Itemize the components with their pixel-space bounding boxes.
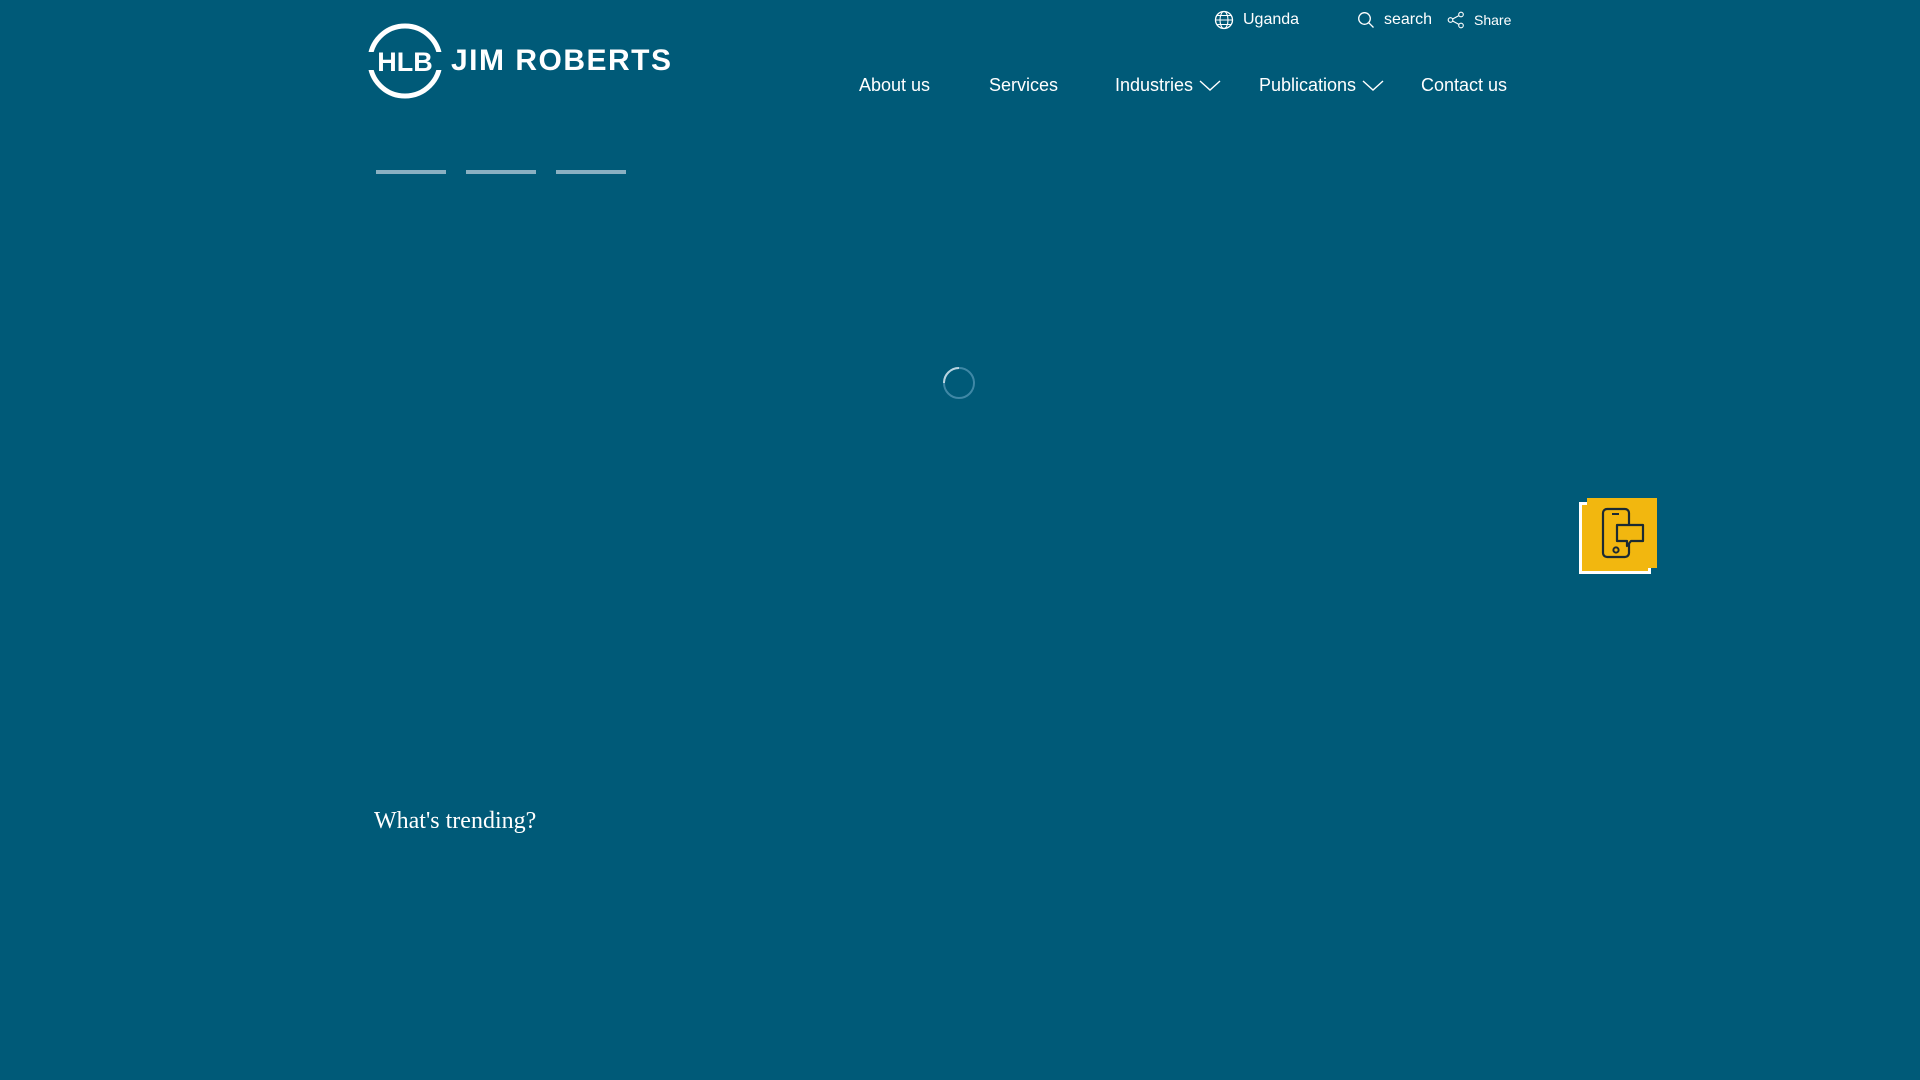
country-selector[interactable]: Uganda [1214,8,1299,32]
slider-indicator-2[interactable] [466,170,536,174]
nav-item-label: Services [989,74,1059,95]
page: HLB JIM ROBERTS Uganda search Share Abou… [0,0,1920,1080]
nav-item-label: About us [859,74,931,95]
logo-link[interactable]: HLB JIM ROBERTS [365,20,673,102]
globe-icon [1214,10,1234,30]
nav-item-label: Contact us [1421,74,1508,95]
search-label: search [1384,11,1433,28]
slider-indicators [376,170,626,174]
share-label: Share [1474,12,1512,28]
phone-chat-icon [1601,507,1645,559]
nav-item-services[interactable]: Services [989,70,1058,100]
search-button[interactable]: search [1357,8,1432,32]
nav-item-industries[interactable]: Industries [1115,70,1221,100]
nav-item-contact-us[interactable]: Contact us [1421,70,1507,100]
chevron-down-icon [1362,80,1384,91]
nav-item-label: Publications [1259,74,1357,95]
nav-item-publications[interactable]: Publications [1259,70,1384,100]
floating-button-front [1587,498,1657,568]
share-button[interactable]: Share [1447,8,1511,32]
nav-item-about-us[interactable]: About us [859,70,930,100]
search-icon [1358,12,1374,28]
floating-contact-button[interactable] [1579,498,1657,576]
slider-indicator-3[interactable] [556,170,626,174]
logo-name: JIM ROBERTS [451,44,673,77]
country-label: Uganda [1243,11,1300,28]
share-icon [1447,11,1464,29]
chevron-down-icon [1199,80,1221,91]
logo-mark-text: HLB [377,47,433,77]
section-heading-trending: What's trending? [374,808,537,834]
nav-item-label: Industries [1115,74,1194,95]
spinner-icon [943,367,975,399]
hlb-logo-mark: HLB [365,23,445,99]
slider-indicator-1[interactable] [376,170,446,174]
